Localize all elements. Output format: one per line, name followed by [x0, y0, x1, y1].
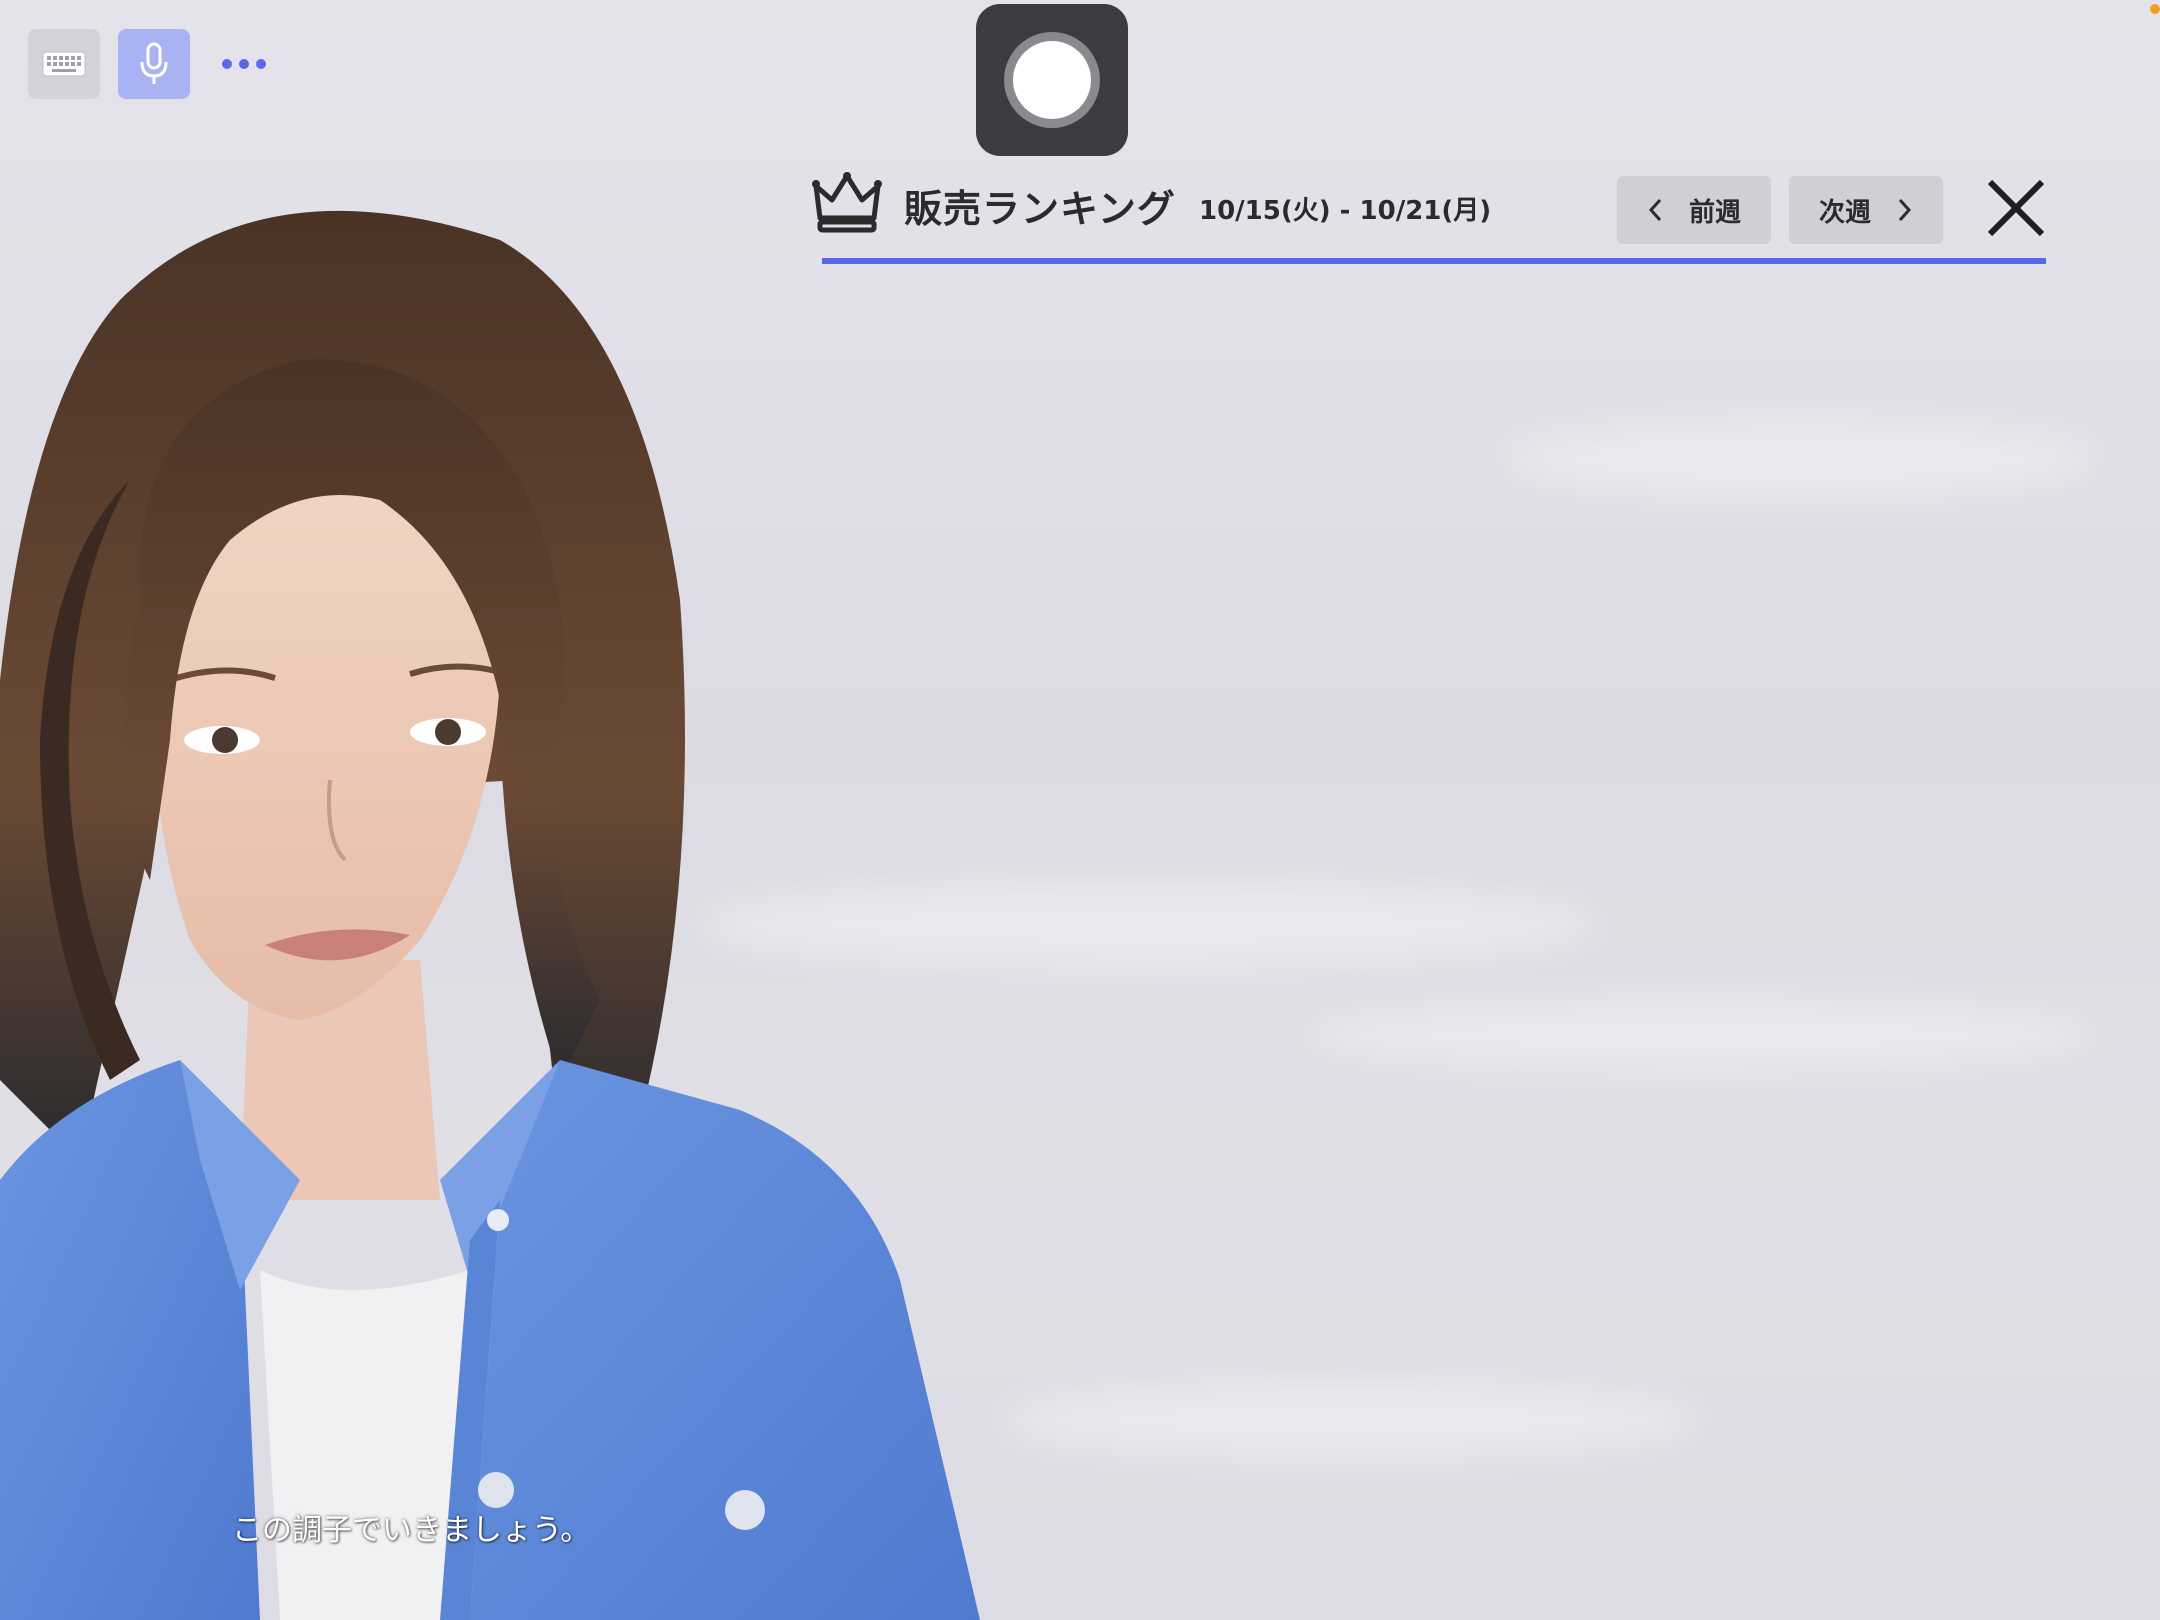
avatar-subtitle: この調子でいきましょう。	[232, 1513, 591, 1548]
record-dot	[1013, 41, 1091, 119]
chevron-left-icon	[1648, 198, 1662, 222]
background-cloud	[1500, 420, 2100, 500]
ranking-date-range: 10/15(火) - 10/21(月)	[1199, 196, 1492, 226]
avatar-character	[0, 210, 980, 1620]
chevron-right-icon	[1898, 198, 1912, 222]
microphone-button[interactable]	[118, 29, 190, 99]
ranking-underline	[822, 258, 2046, 264]
next-week-label: 次週	[1818, 197, 1871, 228]
keyboard-button[interactable]	[28, 29, 100, 99]
microphone-icon	[140, 42, 168, 84]
next-week-button[interactable]: 次週	[1789, 176, 1943, 244]
record-button[interactable]	[976, 4, 1128, 156]
more-options-button[interactable]	[214, 29, 274, 99]
previous-week-label: 前週	[1688, 197, 1741, 228]
close-icon[interactable]	[1984, 176, 2048, 240]
background-cloud	[1300, 1000, 2100, 1070]
previous-week-button[interactable]: 前週	[1617, 176, 1771, 244]
app-stage: 販売ランキング 10/15(火) - 10/21(月) 前週 次週 この調子でい…	[0, 0, 2160, 1620]
more-dots-icon	[222, 59, 266, 69]
background-cloud	[1000, 1380, 1700, 1460]
record-icon	[1004, 32, 1100, 128]
status-indicator-dot	[2150, 4, 2160, 14]
keyboard-icon	[42, 51, 86, 77]
